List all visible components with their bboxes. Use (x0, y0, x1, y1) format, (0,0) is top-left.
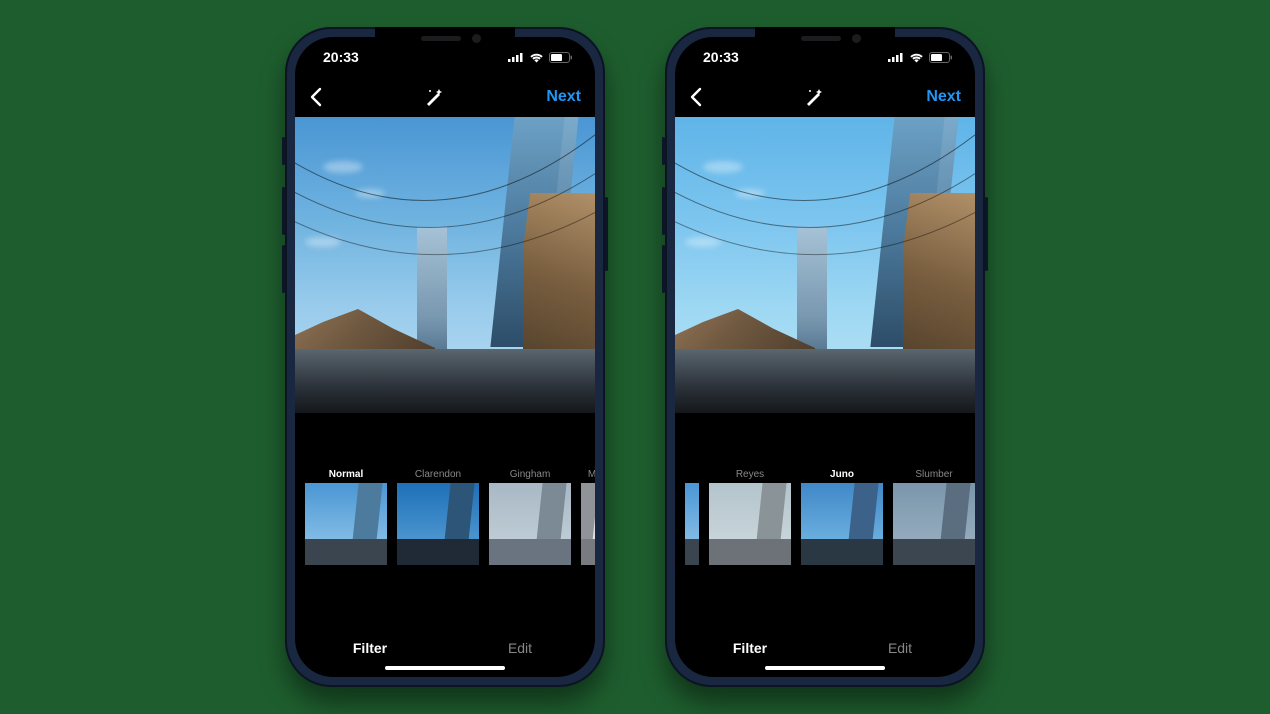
cellular-icon (508, 52, 524, 62)
magic-wand-icon (803, 86, 825, 108)
filter-slumber[interactable]: Slumber (893, 465, 975, 573)
auto-enhance-button[interactable] (803, 86, 825, 108)
photo-preview[interactable] (295, 117, 595, 413)
home-indicator[interactable] (385, 666, 505, 670)
status-time: 20:33 (703, 49, 739, 65)
filter-clarendon[interactable]: Clarendon (397, 465, 479, 573)
filter-reyes[interactable]: Reyes (709, 465, 791, 573)
status-icons (888, 52, 953, 63)
back-button[interactable] (309, 87, 322, 107)
filter-label: Juno (830, 465, 854, 483)
filter-thumb (685, 483, 699, 565)
filter-thumb (801, 483, 883, 565)
notch (755, 27, 895, 53)
filter-normal[interactable]: Normal (305, 465, 387, 573)
filters-row[interactable]: Normal Clarendon Gingham M (295, 465, 595, 573)
nav-bar: Next (675, 77, 975, 117)
phone-right: 20:33 Next (665, 27, 985, 687)
notch (375, 27, 515, 53)
cellular-icon (888, 52, 904, 62)
battery-icon (549, 52, 573, 63)
next-button[interactable]: Next (546, 88, 581, 106)
status-icons (508, 52, 573, 63)
filters-row[interactable]: Reyes Juno Slumber C (675, 465, 975, 573)
magic-wand-icon (423, 86, 445, 108)
status-time: 20:33 (323, 49, 359, 65)
filter-thumb (581, 483, 595, 565)
battery-icon (929, 52, 953, 63)
filter-label: Clarendon (415, 465, 461, 483)
filter-partial-left[interactable] (685, 465, 699, 573)
auto-enhance-button[interactable] (423, 86, 445, 108)
filter-label: Reyes (736, 465, 764, 483)
filter-gingham[interactable]: Gingham (489, 465, 571, 573)
nav-bar: Next (295, 77, 595, 117)
filter-label: Slumber (915, 465, 952, 483)
filter-thumb (893, 483, 975, 565)
phone-left: 20:33 Next (285, 27, 605, 687)
screen: 20:33 Next (295, 37, 595, 677)
filter-label: Gingham (510, 465, 551, 483)
filter-thumb (397, 483, 479, 565)
chevron-left-icon (689, 87, 702, 107)
filter-label: M (588, 465, 595, 483)
next-button[interactable]: Next (926, 88, 961, 106)
filter-thumb (305, 483, 387, 565)
filter-thumb (489, 483, 571, 565)
photo-preview[interactable] (675, 117, 975, 413)
wifi-icon (909, 52, 924, 63)
back-button[interactable] (689, 87, 702, 107)
filter-label: Normal (329, 465, 363, 483)
wifi-icon (529, 52, 544, 63)
screen: 20:33 Next (675, 37, 975, 677)
filter-partial[interactable]: M (581, 465, 595, 573)
filter-juno[interactable]: Juno (801, 465, 883, 573)
chevron-left-icon (309, 87, 322, 107)
home-indicator[interactable] (765, 666, 885, 670)
filter-thumb (709, 483, 791, 565)
